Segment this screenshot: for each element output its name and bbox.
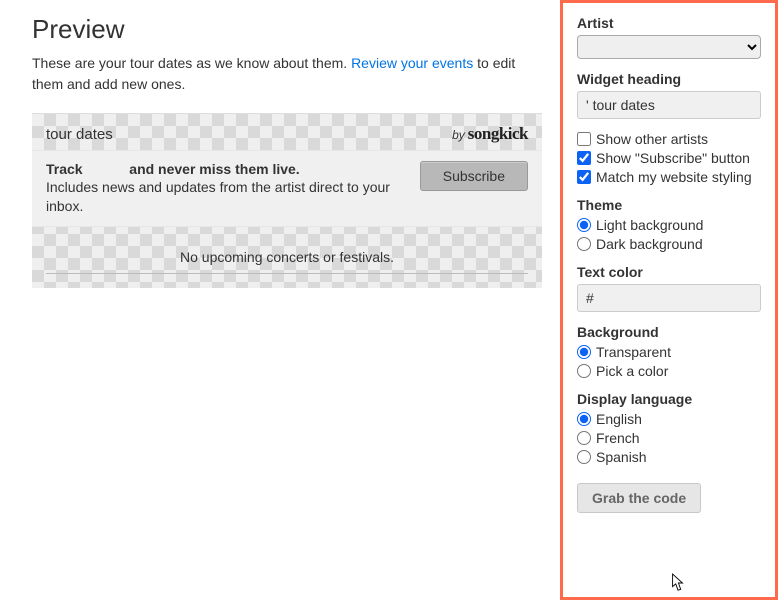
lang-es-row[interactable]: Spanish xyxy=(577,449,761,465)
show-subscribe-checkbox[interactable] xyxy=(577,151,591,165)
preview-title: Preview xyxy=(32,14,542,45)
brand-by: by xyxy=(452,128,465,142)
theme-dark-row[interactable]: Dark background xyxy=(577,236,761,252)
grab-code-button[interactable]: Grab the code xyxy=(577,483,701,513)
preview-panel: Preview These are your tour dates as we … xyxy=(0,0,560,600)
lang-es-label: Spanish xyxy=(596,449,647,465)
no-events-text: No upcoming concerts or festivals. xyxy=(32,227,542,273)
bg-pick-label: Pick a color xyxy=(596,363,668,379)
lang-en-radio[interactable] xyxy=(577,412,591,426)
textcolor-label: Text color xyxy=(577,264,761,280)
brand-logo: songkick xyxy=(468,124,528,144)
preview-description: These are your tour dates as we know abo… xyxy=(32,53,542,95)
match-styling-row[interactable]: Match my website styling xyxy=(577,169,761,185)
bg-transparent-row[interactable]: Transparent xyxy=(577,344,761,360)
lang-fr-label: French xyxy=(596,430,640,446)
lang-fr-row[interactable]: French xyxy=(577,430,761,446)
match-styling-checkbox[interactable] xyxy=(577,170,591,184)
show-subscribe-row[interactable]: Show "Subscribe" button xyxy=(577,150,761,166)
lang-es-radio[interactable] xyxy=(577,450,591,464)
match-styling-label: Match my website styling xyxy=(596,169,752,185)
artist-label: Artist xyxy=(577,15,761,31)
widget-track-heading: Track and never miss them live. xyxy=(46,161,408,177)
lang-en-label: English xyxy=(596,411,642,427)
lang-en-row[interactable]: English xyxy=(577,411,761,427)
track-heading-after: and never miss them live. xyxy=(129,161,299,177)
textcolor-input[interactable] xyxy=(577,284,761,312)
bg-transparent-radio[interactable] xyxy=(577,345,591,359)
widget-header-title: tour dates xyxy=(46,126,113,143)
widget-heading-input[interactable] xyxy=(577,91,761,119)
background-label: Background xyxy=(577,324,761,340)
theme-light-row[interactable]: Light background xyxy=(577,217,761,233)
settings-panel: Artist Widget heading Show other artists… xyxy=(560,0,778,600)
subscribe-button[interactable]: Subscribe xyxy=(420,161,528,191)
widget-header: tour dates by songkick xyxy=(32,114,542,150)
bg-pick-row[interactable]: Pick a color xyxy=(577,363,761,379)
widget-divider xyxy=(46,273,528,274)
track-heading-before: Track xyxy=(46,161,83,177)
widget-track-text: Track and never miss them live. Includes… xyxy=(46,161,408,216)
show-other-artists-row[interactable]: Show other artists xyxy=(577,131,761,147)
theme-label: Theme xyxy=(577,197,761,213)
widget-embed: tour dates by songkick Track and never m… xyxy=(32,113,542,288)
widget-brand: by songkick xyxy=(452,124,528,144)
widget-track-sub: Includes news and updates from the artis… xyxy=(46,178,408,216)
theme-light-radio[interactable] xyxy=(577,218,591,232)
review-events-link[interactable]: Review your events xyxy=(351,55,473,71)
show-subscribe-label: Show "Subscribe" button xyxy=(596,150,750,166)
theme-light-label: Light background xyxy=(596,217,703,233)
widget-track-row: Track and never miss them live. Includes… xyxy=(32,150,542,227)
cursor-icon xyxy=(669,573,687,593)
theme-dark-radio[interactable] xyxy=(577,237,591,251)
bg-transparent-label: Transparent xyxy=(596,344,671,360)
language-label: Display language xyxy=(577,391,761,407)
lang-fr-radio[interactable] xyxy=(577,431,591,445)
theme-dark-label: Dark background xyxy=(596,236,703,252)
show-other-artists-label: Show other artists xyxy=(596,131,708,147)
preview-desc-before: These are your tour dates as we know abo… xyxy=(32,55,351,71)
show-other-artists-checkbox[interactable] xyxy=(577,132,591,146)
bg-pick-radio[interactable] xyxy=(577,364,591,378)
widget-heading-label: Widget heading xyxy=(577,71,761,87)
artist-select[interactable] xyxy=(577,35,761,59)
